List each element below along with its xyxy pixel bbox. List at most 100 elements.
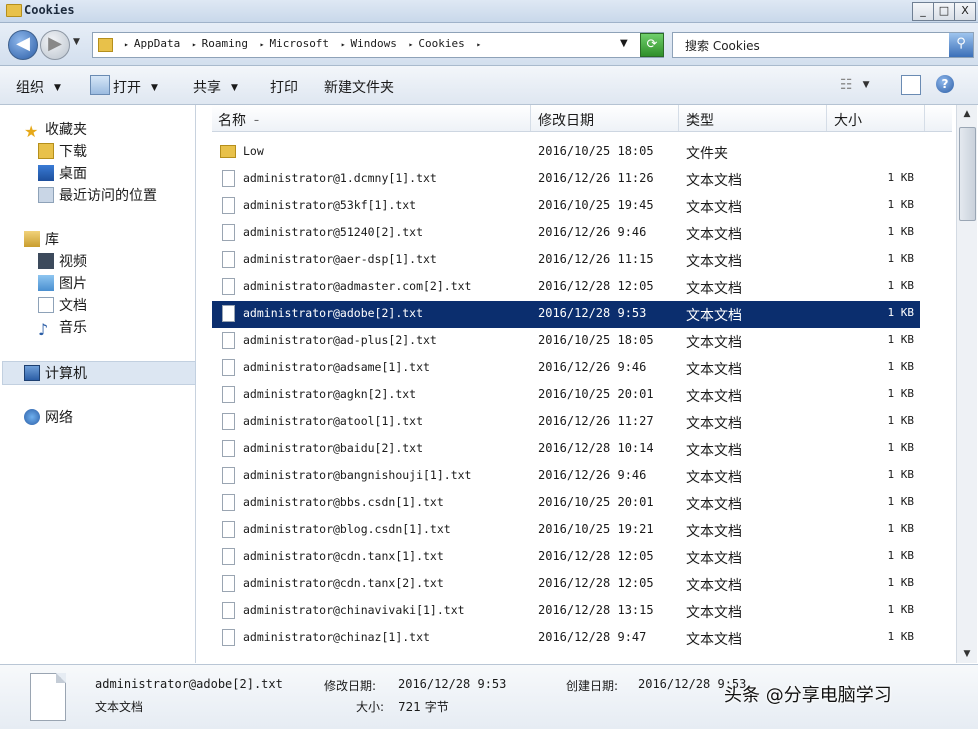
file-date: 2016/10/25 18:05 xyxy=(538,333,654,347)
nav-pictures-label: 图片 xyxy=(59,276,87,292)
file-size: 1 KB xyxy=(887,576,915,589)
nav-favorites[interactable]: ★ 收藏夹 xyxy=(24,119,87,140)
preview-pane-icon[interactable] xyxy=(901,75,921,95)
nav-music[interactable]: ♪ 音乐 xyxy=(38,317,87,338)
column-name-label: 名称 xyxy=(218,113,246,129)
close-button[interactable]: X xyxy=(954,2,976,21)
scroll-down-icon[interactable]: ▼ xyxy=(957,645,977,663)
column-headers: 名称 – 修改日期 类型 大小 xyxy=(212,105,952,132)
file-row[interactable]: administrator@aer-dsp[1].txt 2016/12/26 1… xyxy=(212,247,920,274)
crumb-appdata[interactable]: AppData xyxy=(134,37,180,50)
file-row[interactable]: administrator@bangnishouji[1].txt 2016/12… xyxy=(212,463,920,490)
file-type: 文本文档 xyxy=(686,254,742,270)
file-row[interactable]: administrator@bbs.csdn[1].txt 2016/10/25 … xyxy=(212,490,920,517)
file-size: 1 KB xyxy=(887,441,915,454)
file-row[interactable]: administrator@chinaz[1].txt 2016/12/28 9:… xyxy=(212,625,920,652)
file-row[interactable]: administrator@ad-plus[2].txt 2016/10/25 1… xyxy=(212,328,920,355)
refresh-button[interactable]: ⟳ xyxy=(640,33,664,57)
crumb-microsoft[interactable]: Microsoft xyxy=(269,37,329,50)
text-file-icon xyxy=(222,359,235,376)
file-name: administrator@ad-plus[2].txt xyxy=(243,333,437,347)
crumb-cookies[interactable]: Cookies xyxy=(418,37,464,50)
history-dropdown-icon[interactable]: ▼ xyxy=(73,37,80,47)
column-header-date[interactable]: 修改日期 xyxy=(538,110,594,130)
nav-libraries[interactable]: 库 xyxy=(24,229,59,249)
column-divider[interactable] xyxy=(530,105,531,131)
details-size-label: 大小: xyxy=(356,700,385,714)
address-dropdown-icon[interactable]: ▼ xyxy=(620,38,628,49)
share-button[interactable]: 共享 ▼ xyxy=(193,77,238,97)
search-input[interactable]: 搜索 Cookies ⚲ xyxy=(672,32,974,58)
file-row[interactable]: administrator@1.dcmny[1].txt 2016/12/26 1… xyxy=(212,166,920,193)
nav-network[interactable]: 网络 xyxy=(24,407,73,427)
nav-favorites-label: 收藏夹 xyxy=(45,122,87,138)
nav-downloads[interactable]: 下载 xyxy=(38,141,87,161)
file-row[interactable]: administrator@adobe[2].txt 2016/12/28 9:5… xyxy=(212,301,920,328)
file-row[interactable]: administrator@51240[2].txt 2016/12/26 9:4… xyxy=(212,220,920,247)
file-row[interactable]: administrator@atool[1].txt 2016/12/26 11:… xyxy=(212,409,920,436)
file-row[interactable]: administrator@cdn.tanx[2].txt 2016/12/28 … xyxy=(212,571,920,598)
file-row[interactable]: Low 2016/10/25 18:05 文件夹 xyxy=(212,139,920,166)
pictures-icon xyxy=(38,275,54,291)
back-button[interactable]: ◀ xyxy=(8,30,38,60)
chevron-right-icon: ▸ xyxy=(340,40,346,49)
nav-recent[interactable]: 最近访问的位置 xyxy=(38,185,157,205)
file-row[interactable]: administrator@admaster.com[2].txt 2016/12… xyxy=(212,274,920,301)
folder-icon xyxy=(220,145,236,158)
file-row[interactable]: administrator@baidu[2].txt 2016/12/28 10:… xyxy=(212,436,920,463)
file-row[interactable]: administrator@adsame[1].txt 2016/12/26 9:… xyxy=(212,355,920,382)
minimize-button[interactable]: _ xyxy=(912,2,934,21)
chevron-right-icon: ▸ xyxy=(191,40,197,49)
file-type: 文本文档 xyxy=(686,551,742,567)
organize-label: 组织 xyxy=(16,80,44,96)
organize-button[interactable]: 组织 ▼ xyxy=(16,77,61,97)
file-date: 2016/12/26 9:46 xyxy=(538,468,647,482)
nav-pictures[interactable]: 图片 xyxy=(38,273,87,293)
nav-desktop[interactable]: 桌面 xyxy=(38,163,87,183)
nav-videos[interactable]: 视频 xyxy=(38,251,87,271)
column-header-name[interactable]: 名称 – xyxy=(218,110,259,130)
nav-documents[interactable]: 文档 xyxy=(38,295,87,315)
crumb-windows[interactable]: Windows xyxy=(351,37,397,50)
column-divider[interactable] xyxy=(826,105,827,131)
text-file-icon xyxy=(222,224,235,241)
details-filename: administrator@adobe[2].txt xyxy=(95,677,283,691)
file-row[interactable]: administrator@blog.csdn[1].txt 2016/10/25… xyxy=(212,517,920,544)
scroll-up-icon[interactable]: ▲ xyxy=(957,105,977,123)
help-icon[interactable]: ? xyxy=(936,75,954,93)
file-name: administrator@cdn.tanx[2].txt xyxy=(243,576,444,590)
print-button[interactable]: 打印 xyxy=(270,77,298,97)
new-folder-button[interactable]: 新建文件夹 xyxy=(324,77,394,97)
column-divider[interactable] xyxy=(924,105,925,131)
file-row[interactable]: administrator@agkn[2].txt 2016/10/25 20:0… xyxy=(212,382,920,409)
column-divider[interactable] xyxy=(678,105,679,131)
file-row[interactable]: administrator@53kf[1].txt 2016/10/25 19:4… xyxy=(212,193,920,220)
address-bar[interactable]: ▸ AppData ▸ Roaming ▸ Microsoft ▸ Windows ▸ C… xyxy=(92,32,664,58)
column-header-size[interactable]: 大小 xyxy=(834,110,862,130)
file-type: 文本文档 xyxy=(686,578,742,594)
nav-computer[interactable]: 计算机 xyxy=(24,363,87,383)
vertical-scrollbar[interactable]: ▲ ▼ xyxy=(956,105,977,663)
file-size: 1 KB xyxy=(887,495,915,508)
view-options-button[interactable]: ☷ ▼ xyxy=(840,77,869,93)
file-size: 1 KB xyxy=(887,603,915,616)
file-row[interactable]: administrator@chinavivaki[1].txt 2016/12/… xyxy=(212,598,920,625)
search-icon[interactable]: ⚲ xyxy=(949,33,973,57)
crumb-roaming[interactable]: Roaming xyxy=(202,37,248,50)
search-placeholder: 搜索 Cookies xyxy=(685,39,760,53)
forward-button[interactable]: ▶ xyxy=(40,30,70,60)
file-name: administrator@baidu[2].txt xyxy=(243,441,424,455)
file-size: 1 KB xyxy=(887,387,915,400)
column-header-type[interactable]: 类型 xyxy=(686,110,714,130)
maximize-button[interactable]: □ xyxy=(933,2,955,21)
text-file-icon xyxy=(222,251,235,268)
file-size: 1 KB xyxy=(887,549,915,562)
file-name: administrator@53kf[1].txt xyxy=(243,198,417,212)
file-type: 文本文档 xyxy=(686,632,742,648)
scroll-thumb[interactable] xyxy=(959,127,976,221)
file-row[interactable]: administrator@cdn.tanx[1].txt 2016/12/28 … xyxy=(212,544,920,571)
nav-libraries-label: 库 xyxy=(45,232,59,248)
text-file-icon xyxy=(222,305,235,322)
file-type: 文本文档 xyxy=(686,524,742,540)
open-button[interactable]: 打开 ▼ xyxy=(113,77,158,97)
